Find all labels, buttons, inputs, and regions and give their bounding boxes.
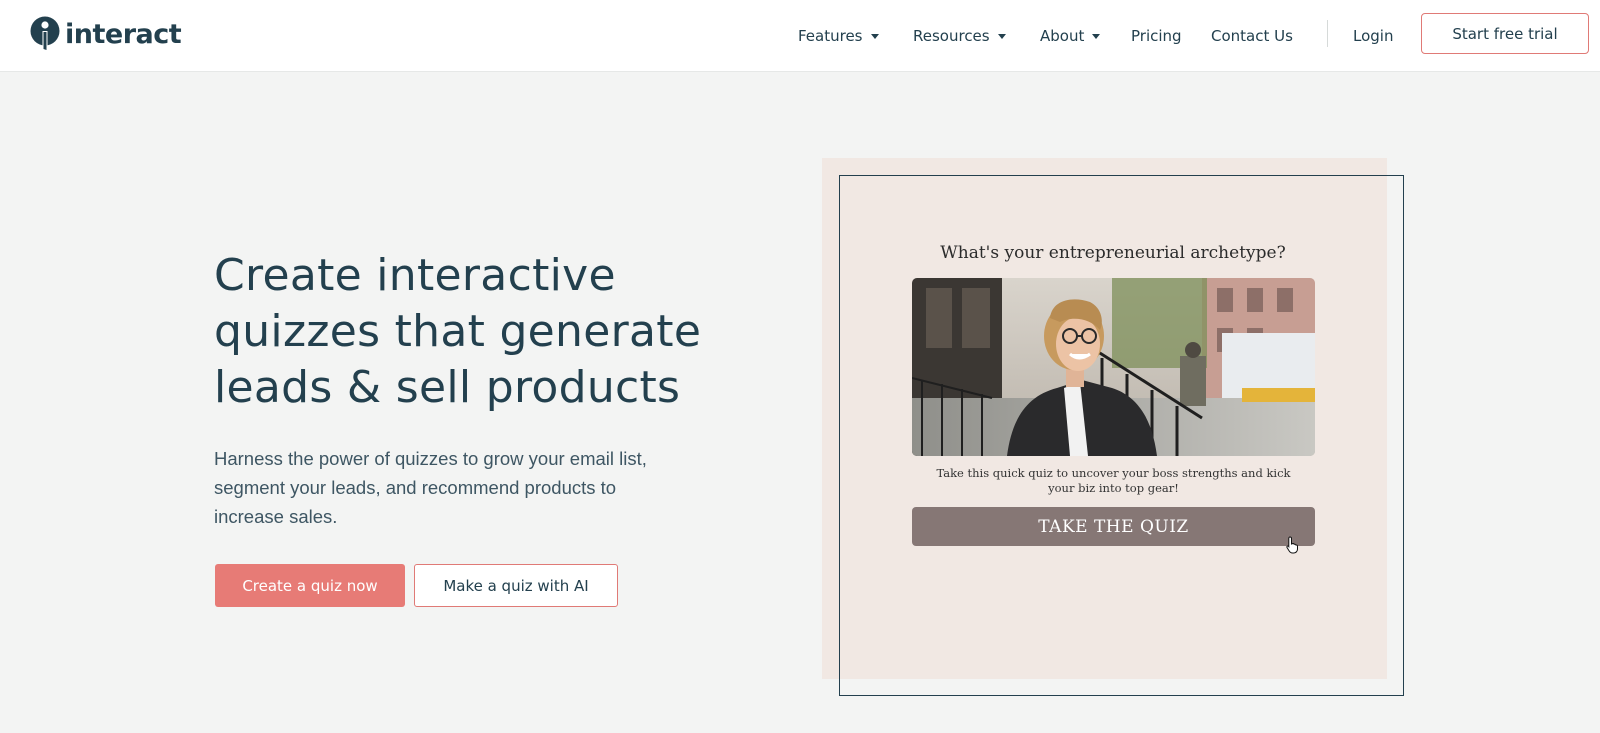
- nav-about[interactable]: About: [1040, 24, 1101, 48]
- interact-logo[interactable]: interact: [29, 16, 182, 52]
- brand-name: interact: [65, 18, 182, 50]
- nav-features-label: Features: [798, 27, 863, 45]
- hero-title: Create interactive quizzes that generate…: [214, 250, 702, 413]
- create-quiz-button[interactable]: Create a quiz now: [215, 564, 405, 607]
- nav-contact[interactable]: Contact Us: [1211, 24, 1293, 48]
- nav-resources-label: Resources: [913, 27, 990, 45]
- nav-resources[interactable]: Resources: [913, 24, 1006, 48]
- chevron-down-icon: [870, 34, 879, 39]
- pointer-cursor-icon: [1286, 536, 1298, 554]
- start-free-trial-button[interactable]: Start free trial: [1421, 13, 1589, 54]
- interact-logo-icon: [30, 16, 60, 51]
- take-the-quiz-button[interactable]: TAKE THE QUIZ: [912, 507, 1315, 546]
- quiz-description: Take this quick quiz to uncover your bos…: [936, 466, 1291, 495]
- nav-login[interactable]: Login: [1353, 24, 1393, 48]
- nav-features[interactable]: Features: [798, 24, 879, 48]
- chevron-down-icon: [1092, 34, 1101, 39]
- nav-about-label: About: [1040, 27, 1085, 45]
- quiz-title: What's your entrepreneurial archetype?: [940, 243, 1286, 263]
- make-quiz-with-ai-button[interactable]: Make a quiz with AI: [414, 564, 618, 607]
- chevron-down-icon: [997, 34, 1006, 39]
- nav-pricing[interactable]: Pricing: [1131, 24, 1182, 48]
- hero-subtitle: Harness the power of quizzes to grow you…: [214, 448, 647, 527]
- quiz-cover-image: [912, 278, 1315, 456]
- nav-divider: [1327, 20, 1328, 47]
- site-header: interact Features Resources About Pricin…: [0, 0, 1600, 72]
